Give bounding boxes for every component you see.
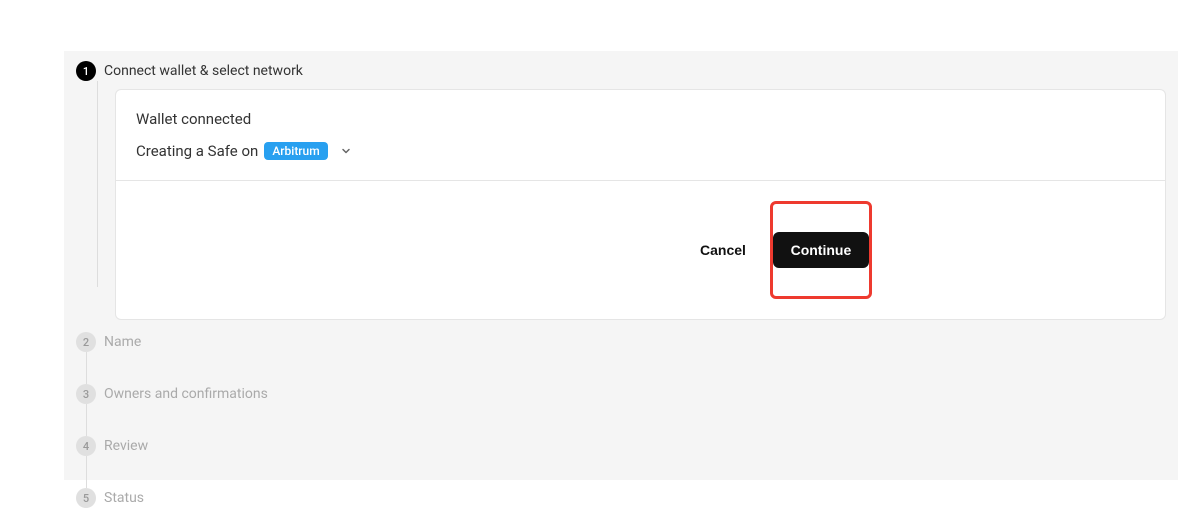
wallet-status-text: Wallet connected bbox=[136, 110, 1145, 128]
step-connector bbox=[86, 404, 87, 436]
step-3-number: 3 bbox=[76, 384, 96, 404]
step-4-label: Review bbox=[104, 436, 148, 456]
continue-highlight: Continue bbox=[770, 201, 872, 299]
step-4-number: 4 bbox=[76, 436, 96, 456]
creating-row: Creating a Safe on Arbitrum bbox=[136, 142, 1145, 160]
step-connector bbox=[86, 456, 87, 488]
card-footer: Cancel Continue bbox=[116, 180, 1165, 319]
step-3-row: 3 Owners and confirmations bbox=[76, 384, 1166, 404]
continue-button[interactable]: Continue bbox=[773, 232, 870, 268]
chevron-down-icon[interactable] bbox=[340, 145, 352, 157]
stepper: 1 Connect wallet & select network Wallet… bbox=[64, 51, 1178, 508]
step-5-number: 5 bbox=[76, 488, 96, 508]
step-5-row: 5 Status bbox=[76, 488, 1166, 508]
step-4-row: 4 Review bbox=[76, 436, 1166, 456]
step-3-label: Owners and confirmations bbox=[104, 384, 268, 404]
creating-text: Creating a Safe on bbox=[136, 142, 258, 160]
card-body: Wallet connected Creating a Safe on Arbi… bbox=[116, 90, 1165, 180]
step-2-row: 2 Name bbox=[76, 332, 1166, 352]
step-1-number: 1 bbox=[76, 61, 96, 81]
cancel-button[interactable]: Cancel bbox=[696, 234, 750, 266]
stepper-container: 1 Connect wallet & select network Wallet… bbox=[64, 51, 1178, 480]
step-5-label: Status bbox=[104, 488, 144, 508]
step-2-number: 2 bbox=[76, 332, 96, 352]
step-connector bbox=[97, 81, 98, 287]
step-1-row: 1 Connect wallet & select network bbox=[76, 61, 1166, 81]
connect-wallet-card: Wallet connected Creating a Safe on Arbi… bbox=[115, 89, 1166, 320]
step-1-label: Connect wallet & select network bbox=[104, 61, 303, 81]
step-2-label: Name bbox=[104, 332, 141, 352]
network-chip[interactable]: Arbitrum bbox=[264, 142, 327, 160]
step-connector bbox=[86, 352, 87, 384]
